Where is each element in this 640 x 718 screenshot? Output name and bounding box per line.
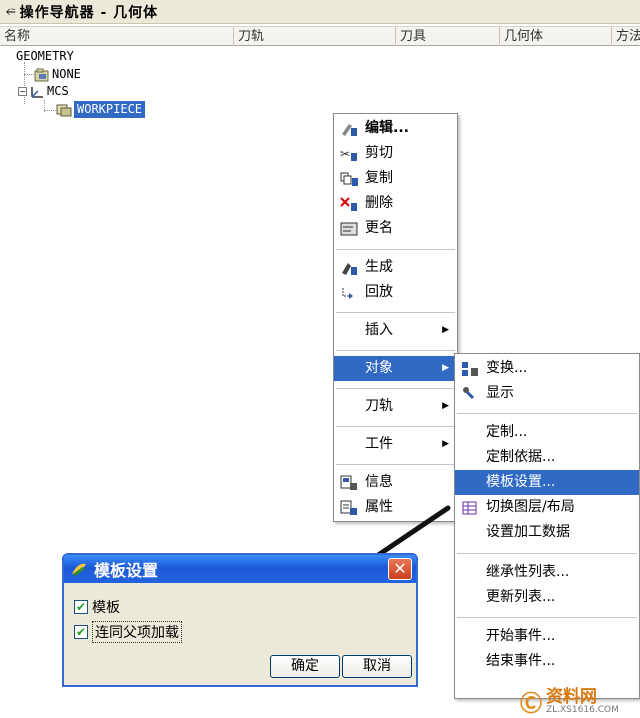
transform-icon: [460, 360, 482, 378]
generate-icon: [339, 259, 361, 277]
submenu-arrow-icon: ▶: [442, 439, 449, 449]
menu-item-delete[interactable]: 删除: [334, 191, 457, 216]
column-name[interactable]: 名称: [0, 27, 234, 46]
information-icon: [339, 474, 361, 492]
context-menu: 编辑... ✂ 剪切 复制 删除 更名 生成 回放 插入 ▶ 对象 ▶ 刀轨 ▶: [333, 113, 458, 522]
coordinate-system-icon: [29, 85, 45, 99]
submenu-item-customize[interactable]: 定制...: [455, 420, 639, 445]
collapse-icon[interactable]: −: [18, 87, 27, 96]
dialog-titlebar: 模板设置: [64, 555, 416, 583]
checkmark-icon[interactable]: ✔: [74, 625, 88, 639]
submenu-item-transform[interactable]: 变换...: [455, 356, 639, 381]
operation-tree: GEOMETRY NONE − MCS WORKPIECE: [0, 48, 640, 128]
submenu-item-update-list[interactable]: 更新列表...: [455, 585, 639, 610]
checkmark-icon[interactable]: ✔: [74, 600, 88, 614]
replay-icon: [339, 284, 361, 302]
template-settings-dialog: 模板设置 ✕ ✔ 模板 ✔ 连同父项加载 确定 取消: [62, 553, 418, 687]
properties-icon: [339, 499, 361, 517]
display-icon: [460, 385, 482, 403]
menu-item-copy[interactable]: 复制: [334, 166, 457, 191]
menu-item-toolpath[interactable]: 刀轨 ▶: [334, 394, 457, 419]
navigator-titlebar: ⭉ 操作导航器 - 几何体: [0, 0, 640, 24]
tree-node-workpiece[interactable]: WORKPIECE: [56, 101, 146, 118]
svg-text:✂: ✂: [340, 147, 350, 161]
delete-icon: [339, 195, 361, 213]
submenu-item-customize-by[interactable]: 定制依据...: [455, 445, 639, 470]
submenu-arrow-icon: ▶: [442, 363, 449, 373]
load-with-parent-checkbox[interactable]: ✔ 连同父项加载: [74, 621, 182, 643]
menu-item-properties[interactable]: 属性: [334, 495, 457, 520]
submenu-arrow-icon: ▶: [442, 401, 449, 411]
ok-button[interactable]: 确定: [270, 655, 340, 678]
menu-item-edit[interactable]: 编辑...: [334, 116, 457, 141]
submenu-item-start-event[interactable]: 开始事件...: [455, 624, 639, 649]
tree-node-mcs[interactable]: − MCS: [18, 83, 69, 100]
submenu-item-switch-layer-layout[interactable]: 切换图层/布局: [455, 495, 639, 520]
menu-item-generate[interactable]: 生成: [334, 255, 457, 280]
template-checkbox[interactable]: ✔ 模板: [74, 597, 120, 617]
menu-item-workpiece[interactable]: 工件 ▶: [334, 432, 457, 457]
tree-node-label: NONE: [52, 67, 81, 81]
column-tool[interactable]: 刀具: [396, 27, 500, 46]
column-header: 名称 刀轨 刀具 几何体 方法: [0, 26, 640, 46]
menu-item-object[interactable]: 对象 ▶: [334, 356, 457, 381]
submenu-item-display[interactable]: 显示: [455, 381, 639, 406]
folder-icon: [34, 68, 50, 82]
copy-icon: [339, 170, 361, 188]
watermark-brand: 资料网: [546, 687, 598, 707]
submenu-item-end-event[interactable]: 结束事件...: [455, 649, 639, 674]
menu-item-cut[interactable]: ✂ 剪切: [334, 141, 457, 166]
navigator-icon: ⭉: [6, 4, 16, 18]
rename-icon: [339, 220, 361, 238]
column-geometry[interactable]: 几何体: [500, 27, 612, 46]
submenu-arrow-icon: ▶: [442, 325, 449, 335]
submenu-item-set-machining-data[interactable]: 设置加工数据: [455, 520, 639, 545]
menu-item-replay[interactable]: 回放: [334, 280, 457, 305]
layer-layout-icon: [460, 499, 482, 517]
edit-icon: [339, 120, 361, 138]
close-icon[interactable]: ✕: [388, 558, 412, 580]
cancel-button[interactable]: 取消: [342, 655, 412, 678]
tree-node-none[interactable]: NONE: [34, 66, 81, 83]
scissors-icon: ✂: [339, 145, 361, 163]
menu-item-insert[interactable]: 插入 ▶: [334, 318, 457, 343]
column-method[interactable]: 方法: [612, 27, 640, 46]
submenu-item-template-settings[interactable]: 模板设置...: [455, 470, 639, 495]
column-toolpath[interactable]: 刀轨: [234, 27, 396, 46]
tree-node-label: GEOMETRY: [16, 49, 74, 63]
menu-item-information[interactable]: 信息: [334, 470, 457, 495]
watermark-url: ZL.XS1616.COM: [546, 705, 619, 715]
dialog-app-icon: [70, 560, 90, 578]
tree-node-label: MCS: [47, 84, 69, 98]
tree-node-geometry[interactable]: GEOMETRY: [16, 48, 74, 65]
object-submenu: 变换... 显示 定制... 定制依据... 模板设置... 切换图层/布局 设…: [454, 353, 640, 699]
menu-item-rename[interactable]: 更名: [334, 216, 457, 241]
workpiece-icon: [56, 103, 72, 117]
tree-node-label: WORKPIECE: [74, 101, 146, 118]
window-title: 操作导航器 - 几何体: [19, 4, 159, 21]
brand-logo-icon: Ⓒ: [520, 692, 543, 717]
submenu-item-inheritance-list[interactable]: 继承性列表...: [455, 560, 639, 585]
watermark: Ⓒ 资料网 ZL.XS1616.COM: [520, 686, 619, 718]
dialog-title: 模板设置: [94, 561, 159, 580]
